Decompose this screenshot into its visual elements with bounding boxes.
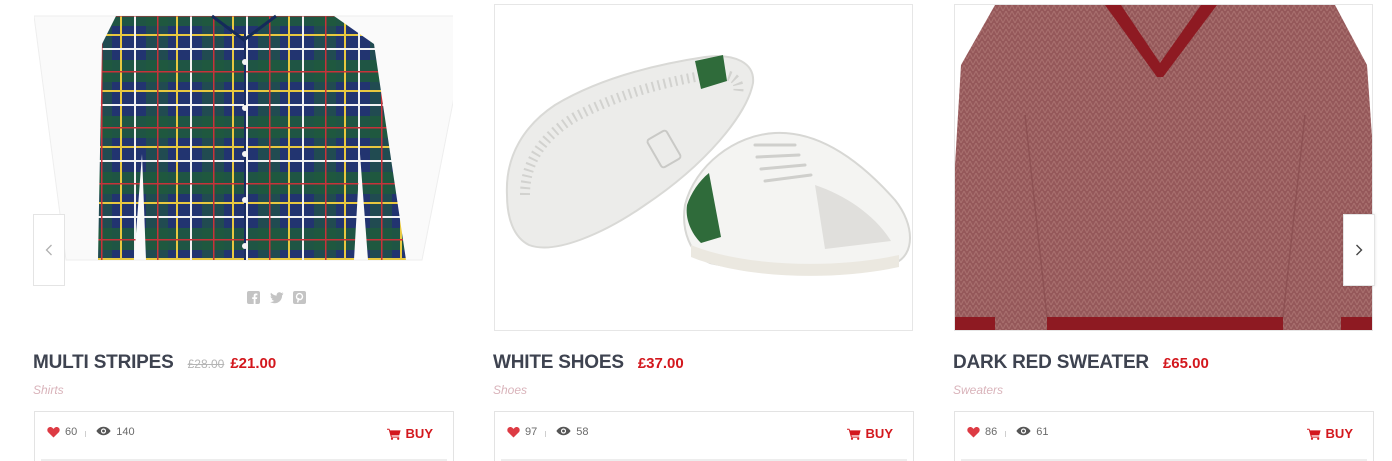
product-image-sweater[interactable]	[954, 4, 1373, 331]
product-footer: 97 58 BUY	[494, 411, 914, 461]
white-shoes-image	[505, 55, 911, 276]
heart-icon[interactable]	[967, 426, 981, 438]
share-icons	[247, 291, 307, 305]
views-count: 58	[576, 426, 589, 438]
views-count: 140	[116, 426, 135, 438]
product-title[interactable]: DARK RED SWEATER	[953, 352, 1149, 374]
product-card: MULTI STRIPES £28.00 £21.00 Shirts 60 14…	[33, 0, 454, 461]
stat-divider	[1005, 431, 1007, 437]
likes-count: 97	[525, 426, 538, 438]
cart-icon	[1306, 428, 1321, 440]
product-title[interactable]: WHITE SHOES	[493, 352, 624, 374]
stat-divider	[85, 431, 87, 437]
likes-count: 86	[985, 426, 998, 438]
eye-icon	[96, 426, 112, 438]
product-image-shirt[interactable]	[34, 4, 453, 331]
pinterest-icon[interactable]	[293, 291, 307, 305]
twitter-icon[interactable]	[270, 291, 284, 305]
facebook-icon[interactable]	[247, 291, 261, 305]
heart-icon[interactable]	[507, 426, 521, 438]
cart-icon	[846, 428, 861, 440]
eye-icon	[556, 426, 572, 438]
product-title-row: DARK RED SWEATER £65.00	[953, 352, 1209, 374]
price: £37.00	[637, 355, 684, 372]
carousel-next-button[interactable]	[1343, 214, 1375, 286]
views-count: 61	[1036, 426, 1049, 438]
price: £65.00	[1162, 355, 1209, 372]
product-stats: 60 140	[47, 426, 135, 438]
product-footer: 86 61 BUY	[954, 411, 1374, 461]
heart-icon[interactable]	[47, 426, 61, 438]
buy-label: BUY	[865, 426, 893, 441]
product-card: WHITE SHOES £37.00 Shoes 97 58 BUY	[493, 0, 914, 461]
plaid-shirt-image	[34, 14, 453, 261]
product-title[interactable]: MULTI STRIPES	[33, 352, 174, 374]
stat-divider	[545, 431, 547, 437]
cart-icon	[386, 428, 401, 440]
buy-button[interactable]: BUY	[386, 426, 433, 441]
chevron-right-icon	[1356, 244, 1363, 256]
buy-button[interactable]: BUY	[1306, 426, 1353, 441]
red-sweater-image	[955, 5, 1372, 330]
product-stats: 86 61	[967, 426, 1049, 438]
buy-label: BUY	[1325, 426, 1353, 441]
carousel-prev-button[interactable]	[33, 214, 65, 286]
eye-icon	[1016, 426, 1032, 438]
product-image-shoes[interactable]	[494, 4, 913, 331]
product-footer: 60 140 BUY	[34, 411, 454, 461]
chevron-left-icon	[45, 244, 52, 256]
price: £21.00	[230, 355, 277, 372]
product-category[interactable]: Shirts	[33, 383, 64, 397]
product-category[interactable]: Sweaters	[953, 383, 1003, 397]
product-title-row: WHITE SHOES £37.00	[493, 352, 684, 374]
product-stats: 97 58	[507, 426, 589, 438]
likes-count: 60	[65, 426, 78, 438]
buy-button[interactable]: BUY	[846, 426, 893, 441]
product-title-row: MULTI STRIPES £28.00 £21.00	[33, 352, 276, 374]
buy-label: BUY	[405, 426, 433, 441]
product-category[interactable]: Shoes	[493, 383, 527, 397]
old-price: £28.00	[187, 357, 225, 371]
product-card: DARK RED SWEATER £65.00 Sweaters 86 61 B…	[953, 0, 1374, 461]
